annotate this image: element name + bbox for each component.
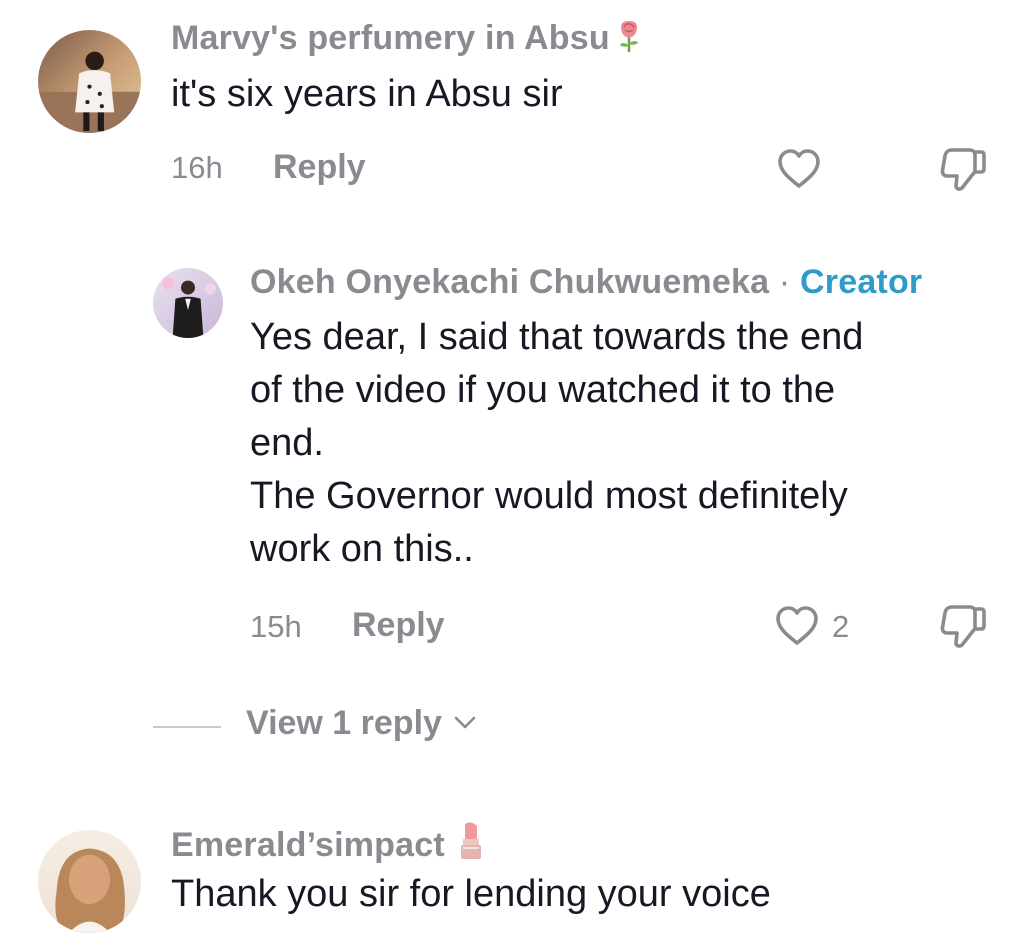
creator-badge: Creator	[800, 263, 923, 301]
comment-time: 16h	[171, 150, 223, 185]
username-text[interactable]: Okeh Onyekachi Chukwuemeka	[250, 263, 769, 301]
reply-button[interactable]: Reply	[273, 148, 366, 187]
view-replies-button[interactable]: View 1 reply	[246, 704, 477, 743]
dislike-button[interactable]	[938, 603, 988, 651]
avatar[interactable]	[38, 30, 141, 133]
like-count: 2	[832, 609, 850, 644]
view-replies-label[interactable]: View 1 reply	[246, 704, 442, 742]
heart-outline-icon	[776, 606, 818, 645]
thumbs-down-icon	[940, 605, 986, 648]
comment-username[interactable]: Okeh Onyekachi Chukwuemeka · Creator	[250, 263, 922, 302]
chevron-down-icon	[455, 716, 476, 729]
rose-emoji	[614, 19, 644, 62]
divider	[153, 726, 221, 728]
comment-text: Thank you sir for lending your voice	[171, 873, 771, 915]
comment-username[interactable]: Emerald’simpact	[171, 820, 485, 869]
comment-username[interactable]: Marvy's perfumery in Absu	[171, 19, 644, 62]
comment-item: Emerald’simpact Thank you sir for lendin…	[0, 800, 1024, 933]
view-replies-row: View 1 reply	[0, 698, 1024, 754]
comment-item: Marvy's perfumery in Absu it's six years…	[0, 0, 1024, 200]
avatar[interactable]	[38, 830, 141, 933]
thumbs-down-icon	[940, 148, 986, 191]
username-text[interactable]: Emerald’simpact	[171, 826, 445, 864]
username-text[interactable]: Marvy's perfumery in Absu	[171, 19, 610, 57]
like-button[interactable]	[775, 145, 823, 193]
dislike-button[interactable]	[938, 146, 988, 194]
reply-button[interactable]: Reply	[352, 606, 445, 645]
creator-separator: ·	[778, 263, 791, 301]
like-button[interactable]	[773, 602, 821, 650]
lipstick-emoji	[457, 820, 485, 869]
avatar[interactable]	[153, 268, 223, 338]
comment-time: 15h	[250, 609, 302, 644]
heart-outline-icon	[778, 149, 820, 188]
comment-text: Yes dear, I said that towards the end of…	[250, 316, 864, 570]
comment-item: Okeh Onyekachi Chukwuemeka · Creator Yes…	[0, 240, 1024, 680]
comment-text: it's six years in Absu sir	[171, 73, 563, 115]
